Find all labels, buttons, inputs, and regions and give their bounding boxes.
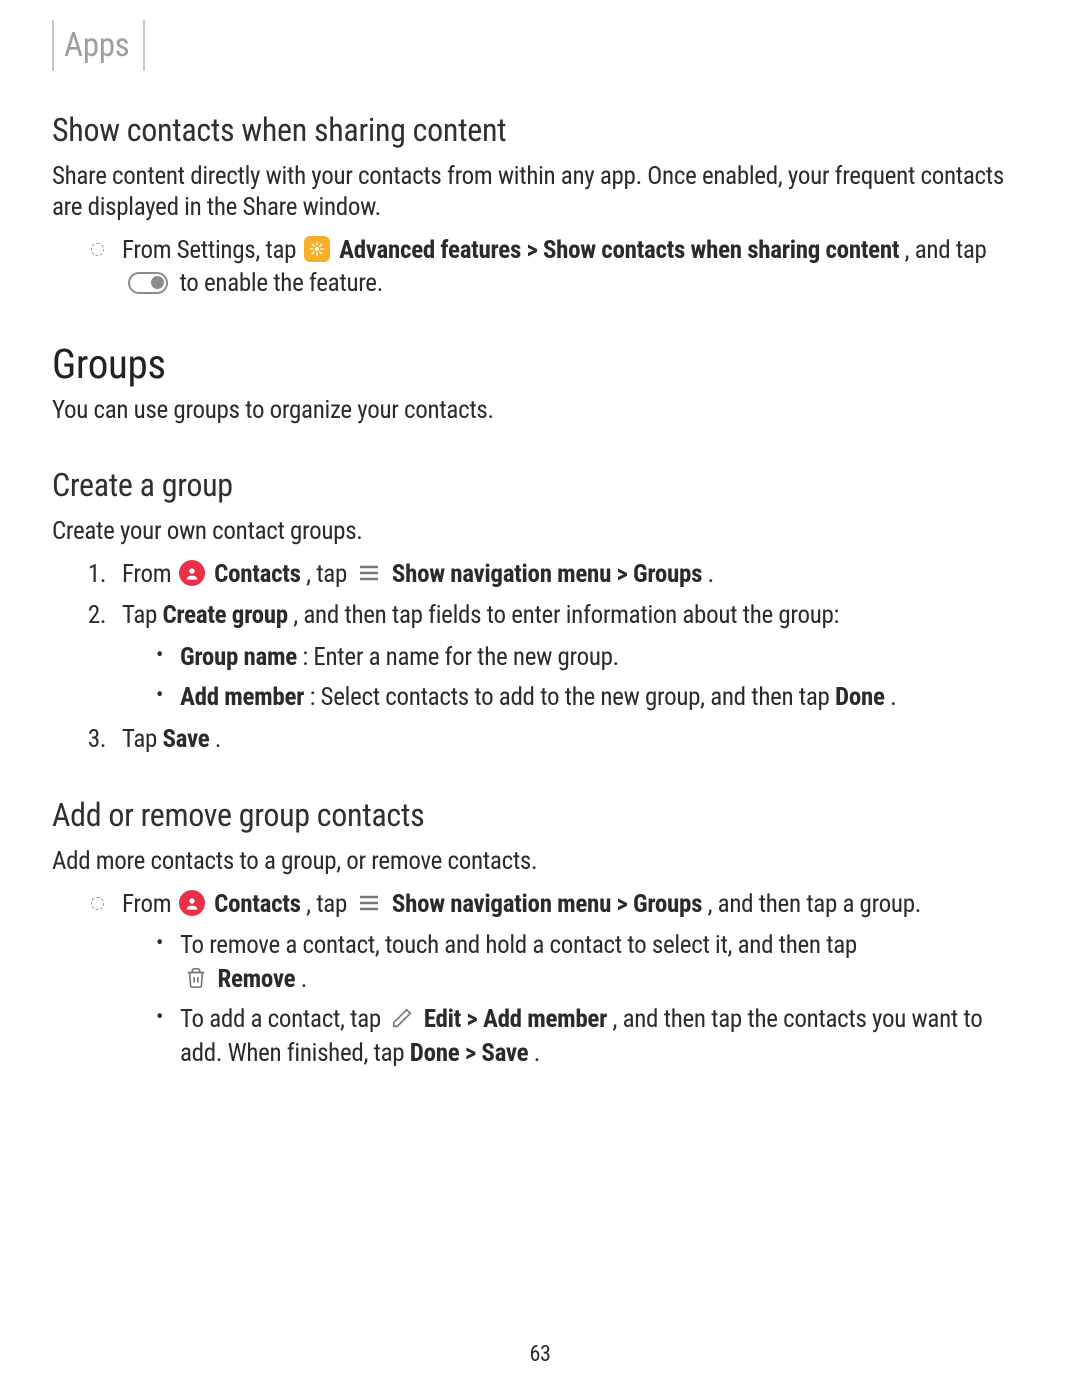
step-text: Tap (122, 725, 162, 754)
add-member-label: Add member (180, 683, 304, 712)
list-item: Group name : Enter a name for the new gr… (156, 641, 1020, 675)
heading-create-group: Create a group (52, 466, 1020, 504)
add-member-label: Add member (483, 1005, 607, 1034)
step-text: To add a contact, tap (180, 1005, 386, 1034)
separator-gt: > (526, 236, 543, 265)
heading-add-remove: Add or remove group contacts (52, 796, 1020, 834)
list-item: To remove a contact, touch and hold a co… (156, 929, 1020, 997)
step-number: 3. (82, 723, 112, 757)
separator-gt: > (465, 1039, 482, 1068)
step-text: From Settings, tap (122, 236, 302, 265)
toggle-icon (128, 272, 168, 294)
separator-gt: > (617, 890, 634, 919)
step-text: , tap (306, 890, 352, 919)
advanced-features-icon (304, 236, 330, 262)
step-text: , and tap (905, 236, 987, 265)
remove-label: Remove (217, 965, 295, 994)
contacts-label: Contacts (214, 890, 301, 919)
period: . (708, 560, 714, 589)
intro-para: You can use groups to organize your cont… (52, 395, 1020, 426)
done-label: Done (410, 1039, 460, 1068)
step-text: To remove a contact, touch and hold a co… (180, 931, 857, 960)
save-label: Save (162, 725, 209, 754)
contacts-icon (179, 560, 205, 586)
intro-para: Create your own contact groups. (52, 516, 1020, 547)
step-number: 1. (82, 558, 112, 592)
step-text: : Select contacts to add to the new grou… (310, 683, 835, 712)
section-tab: Apps (52, 20, 145, 71)
section-create-group: Create a group Create your own contact g… (52, 466, 1020, 756)
section-show-contacts: Show contacts when sharing content Share… (52, 111, 1020, 301)
dashed-circle-bullet-icon (91, 897, 104, 910)
separator-gt: > (617, 560, 634, 589)
list-item: To add a contact, tap Edit > Add member … (156, 1003, 1020, 1071)
section-add-remove: Add or remove group contacts Add more co… (52, 796, 1020, 1070)
page-number: 63 (529, 1342, 550, 1367)
pencil-icon (391, 1007, 413, 1029)
nav-menu-label: Show navigation menu (392, 560, 611, 589)
group-name-label: Group name (180, 643, 297, 672)
period: . (534, 1039, 540, 1068)
list-item: Add member : Select contacts to add to t… (156, 681, 1020, 715)
contacts-icon (179, 890, 205, 916)
period: . (215, 725, 221, 754)
hamburger-menu-icon (357, 561, 381, 585)
step-text: , and then tap a group. (708, 890, 921, 919)
intro-para: Share content directly with your contact… (52, 161, 1020, 224)
step-text: : Enter a name for the new group. (302, 643, 619, 672)
step-text: From (122, 560, 177, 589)
period: . (301, 965, 307, 994)
separator-gt: > (466, 1005, 483, 1034)
step-text: to enable the feature. (179, 269, 383, 298)
list-item: 3. Tap Save . (82, 723, 1020, 757)
done-label: Done (835, 683, 885, 712)
heading-show-contacts: Show contacts when sharing content (52, 111, 1020, 149)
heading-groups: Groups (52, 341, 1020, 389)
step-item: From Settings, tap Advanced features > S… (82, 234, 1020, 302)
section-groups: Groups You can use groups to organize yo… (52, 341, 1020, 426)
step-text: , and then tap fields to enter informati… (293, 601, 839, 630)
dashed-circle-bullet-icon (91, 243, 104, 256)
list-item: 1. From Contacts , tap Show navigation m… (82, 558, 1020, 592)
period: . (890, 683, 896, 712)
step-text: Tap (122, 601, 162, 630)
trash-icon (185, 967, 207, 989)
path-show-contacts: Show contacts when sharing content (543, 236, 899, 265)
step-item: From Contacts , tap Show navigation menu… (82, 888, 1020, 1071)
intro-para: Add more contacts to a group, or remove … (52, 846, 1020, 877)
step-text: From (122, 890, 177, 919)
hamburger-menu-icon (357, 891, 381, 915)
step-text: , tap (306, 560, 352, 589)
groups-label: Groups (633, 560, 702, 589)
advanced-features-label: Advanced features (339, 236, 521, 265)
edit-label: Edit (424, 1005, 461, 1034)
save-label: Save (481, 1039, 528, 1068)
list-item: 2. Tap Create group , and then tap field… (82, 599, 1020, 714)
create-group-label: Create group (162, 601, 287, 630)
contacts-label: Contacts (214, 560, 301, 589)
nav-menu-label: Show navigation menu (392, 890, 611, 919)
step-number: 2. (82, 599, 112, 633)
groups-label: Groups (633, 890, 702, 919)
